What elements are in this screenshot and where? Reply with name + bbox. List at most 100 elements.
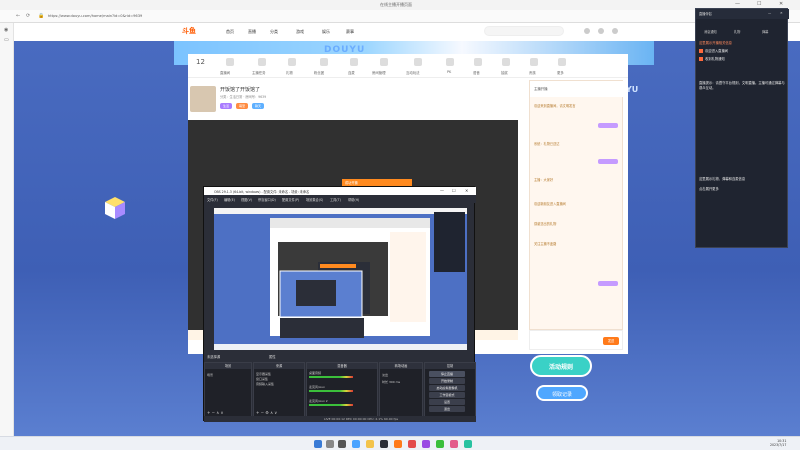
obs-title: OBS 29.1.3 (64-bit, windows) - 配置文件: 未命名…	[214, 189, 310, 194]
tag-badge[interactable]: 萌宠	[236, 103, 249, 109]
gift-icon[interactable]	[288, 58, 296, 66]
fans-icon[interactable]	[320, 58, 328, 66]
douyu-icon[interactable]	[394, 440, 402, 448]
companion-minimize-icon[interactable]: —	[768, 11, 771, 15]
system-clock[interactable]: 10:31 2023/7/17	[770, 439, 786, 447]
task-view-icon[interactable]	[338, 440, 346, 448]
site-logo[interactable]: 斗鱼	[182, 26, 196, 36]
obs-menu-profile[interactable]: 配置文件(P)	[282, 197, 299, 202]
companion-message: 欢迎进入直播间	[699, 49, 787, 54]
obs-close-button[interactable]: ✕	[465, 188, 468, 193]
obs-menu-scene-collection[interactable]: 场景集合(S)	[306, 197, 323, 202]
tab-notifications[interactable]: 消息通知	[704, 29, 717, 34]
browser-toolbar: ← ⟳ 🔒 https://www.douyu.com/home/main?id…	[0, 10, 800, 23]
avatar[interactable]	[190, 86, 216, 112]
app-icon[interactable]	[436, 440, 444, 448]
nav-category[interactable]: 分类	[270, 29, 278, 35]
nav-home[interactable]: 首页	[226, 29, 234, 35]
user-icon[interactable]	[584, 28, 590, 34]
obs-maximize-button[interactable]: ☐	[452, 188, 456, 193]
obs-menu-view[interactable]: 视图(V)	[241, 197, 252, 202]
room-manage-icon[interactable]	[380, 58, 388, 66]
start-recording-button[interactable]: 开始录制	[429, 378, 465, 384]
stop-streaming-button[interactable]: 停止直播	[429, 371, 465, 377]
nav-entertainment[interactable]: 娱乐	[322, 29, 330, 35]
file-explorer-icon[interactable]	[366, 440, 374, 448]
obs-menu-help[interactable]: 帮助(H)	[348, 197, 359, 202]
obs-minimize-button[interactable]: —	[440, 188, 444, 193]
anchor-tool-row: 12 直播间 主播任务 礼物 粉丝团 连麦 房间管理 互动玩法 PK 语音 抽奖…	[188, 54, 628, 78]
volume-meter[interactable]	[309, 390, 353, 392]
tab-danmaku[interactable]: 弹幕	[762, 29, 768, 34]
download-icon[interactable]	[612, 28, 618, 34]
companion-message: 直播提示：请遵守平台规则，文明直播。主播可通过弹幕与观众互动。	[699, 81, 785, 90]
nav-live[interactable]: 直播	[248, 29, 256, 35]
interactive-icon[interactable]	[414, 58, 422, 66]
search-icon[interactable]	[326, 440, 334, 448]
exit-button[interactable]: 退出	[429, 406, 465, 412]
scene-item[interactable]: 场景	[207, 373, 213, 377]
minimize-button[interactable]: —	[735, 1, 740, 7]
tag-badge[interactable]: 聊天	[252, 103, 265, 109]
app-icon[interactable]	[450, 440, 458, 448]
start-menu-icon[interactable]	[314, 440, 322, 448]
maximize-button[interactable]: ☐	[757, 1, 761, 7]
site-search-input[interactable]	[484, 26, 564, 36]
source-item[interactable]: 音频输入采集	[256, 382, 274, 386]
app-icon[interactable]	[422, 440, 430, 448]
activity-rules-button[interactable]: 活动规则	[530, 355, 592, 377]
tag-badge[interactable]: 生活	[220, 103, 233, 109]
refresh-icon[interactable]: ⟳	[26, 13, 30, 19]
live-room-icon[interactable]	[226, 58, 234, 66]
properties-button[interactable]: 属性	[269, 354, 276, 359]
volume-meter[interactable]	[309, 376, 353, 378]
obs-taskbar-icon[interactable]	[380, 440, 388, 448]
tool-label: 粉丝团	[314, 71, 325, 75]
transition-duration[interactable]: 时长 300 ms	[382, 380, 400, 384]
studio-mode-button[interactable]: 工作室模式	[429, 392, 465, 398]
nav-games[interactable]: 游戏	[296, 29, 304, 35]
noble-icon[interactable]	[530, 58, 538, 66]
browser-icon[interactable]	[352, 440, 360, 448]
virtual-camera-button[interactable]: 启动虚拟摄像机	[429, 385, 465, 391]
history-icon[interactable]	[598, 28, 604, 34]
companion-title: 直播伴侣	[699, 12, 712, 16]
companion-message[interactable]: 点击展开更多	[699, 187, 787, 192]
volume-meter[interactable]	[309, 404, 353, 406]
back-icon[interactable]: ←	[16, 13, 20, 19]
send-button[interactable]: 发送	[603, 337, 619, 345]
more-icon[interactable]	[558, 58, 566, 66]
tabs-icon[interactable]: ▭	[4, 37, 9, 43]
obs-menu-docks[interactable]: 停靠窗口(D)	[258, 197, 276, 202]
transition-select[interactable]: 淡出	[382, 373, 388, 377]
profile-icon[interactable]: ◉	[4, 27, 8, 33]
tab-gifts[interactable]: 礼物	[734, 29, 740, 34]
voice-icon[interactable]	[474, 58, 482, 66]
claim-record-button[interactable]: 领取记录	[536, 385, 588, 401]
tool-label: 抽奖	[501, 71, 508, 75]
task-icon[interactable]	[258, 58, 266, 66]
mic-link-icon[interactable]	[350, 58, 358, 66]
companion-message-text: 收到礼物通知	[705, 57, 725, 61]
address-bar[interactable]: https://www.douyu.com/home/main?id=0&rid…	[48, 13, 688, 20]
lottery-icon[interactable]	[502, 58, 510, 66]
companion-close-icon[interactable]: ✕	[780, 11, 783, 15]
chat-input[interactable]: 发送	[529, 330, 623, 350]
nav-esports[interactable]: 赛事	[346, 29, 354, 35]
source-toolbar[interactable]: + − ⚙ ∧ ∨	[256, 410, 277, 415]
scene-toolbar[interactable]: + − ∧ ∨	[207, 410, 223, 415]
obs-menu-edit[interactable]: 编辑(E)	[224, 197, 235, 202]
settings-button[interactable]: 设置	[429, 399, 465, 405]
mixer-channel-label: 麦克风/Aux	[309, 385, 325, 389]
pk-icon[interactable]	[446, 58, 454, 66]
obs-menu-file[interactable]: 文件(F)	[207, 197, 218, 202]
controls-dock: 控制 停止直播 开始录制 启动虚拟摄像机 工作室模式 设置 退出	[424, 362, 476, 417]
app-icon[interactable]	[408, 440, 416, 448]
app-icon[interactable]	[464, 440, 472, 448]
obs-menu-tools[interactable]: 工具(T)	[330, 197, 341, 202]
close-button[interactable]: ✕	[779, 1, 783, 7]
source-item[interactable]: 窗口采集	[256, 377, 268, 381]
obs-preview[interactable]	[214, 208, 467, 350]
obs-preview-capture	[214, 208, 467, 350]
source-item[interactable]: 显示器采集	[256, 372, 271, 376]
